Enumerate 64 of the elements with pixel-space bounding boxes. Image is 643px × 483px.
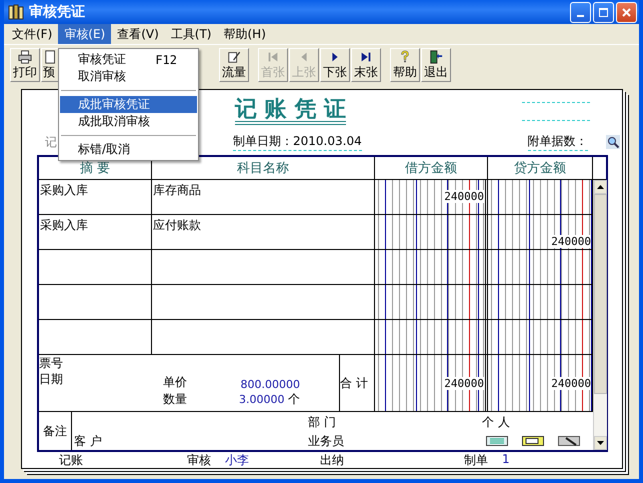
menu-option[interactable]: 成批审核凭证 xyxy=(60,96,197,113)
toolbar-button[interactable]: 下张 xyxy=(320,48,350,82)
table-cell: 采购入库 xyxy=(39,215,152,249)
app-icon xyxy=(8,4,24,20)
screen-icon[interactable] xyxy=(522,436,544,446)
pencil-icon xyxy=(226,50,242,64)
pen-icon[interactable] xyxy=(558,436,580,446)
salesperson-label: 业务员 xyxy=(308,433,345,450)
down-arrow-icon xyxy=(597,441,604,445)
search-icon[interactable] xyxy=(606,135,620,149)
minimize-icon xyxy=(577,15,584,17)
department-label: 部 门 xyxy=(308,414,337,431)
signature-label: 审核 xyxy=(187,452,211,468)
date-field-label: 日期 xyxy=(39,371,64,388)
menu-option[interactable]: 标错/取消 xyxy=(60,141,197,158)
bill-number-label: 票号 xyxy=(39,355,64,371)
toolbar-button[interactable]: 打印 xyxy=(10,48,40,82)
signature-value: 小李 xyxy=(225,452,249,468)
close-icon xyxy=(622,8,631,16)
voucher-title: 记 账 凭 证 xyxy=(235,97,346,125)
maximize-button[interactable] xyxy=(593,2,614,22)
column-header: 借方金额 xyxy=(375,157,488,179)
signature-label: 出纳 xyxy=(320,452,344,468)
maximize-icon xyxy=(599,8,608,16)
scrollbar[interactable] xyxy=(593,180,607,450)
total-label: 合 计 xyxy=(340,355,375,411)
amount-cell: 240000 xyxy=(488,355,593,411)
door-icon xyxy=(428,50,444,64)
table-cell: 采购入库 xyxy=(39,180,152,214)
menu-item[interactable]: 文件(F) xyxy=(6,24,58,44)
amount-cell: 240000 xyxy=(375,180,488,214)
close-button[interactable] xyxy=(616,2,637,22)
scroll-down-button[interactable] xyxy=(594,436,607,450)
signature-label: 记账 xyxy=(59,452,83,468)
amount-cell: 240000 xyxy=(375,355,488,411)
unit-price-value: 800.00000 xyxy=(240,378,300,391)
menu-item[interactable]: 查看(V) xyxy=(111,24,165,44)
window-title: 审核凭证 xyxy=(29,3,85,21)
attachments-label: 附单据数： xyxy=(528,133,588,151)
voucher-type-label: 记 xyxy=(45,134,57,150)
quantity-value: 3.00000 个 xyxy=(239,391,300,408)
up-arrow-icon xyxy=(597,185,604,189)
date-label: 制单日期：2010.03.04 xyxy=(233,133,362,151)
amount-cell: 240000 xyxy=(488,215,593,249)
table-cell: 应付账款 xyxy=(152,215,375,249)
customer-label: 客 户 xyxy=(74,433,103,450)
printer-icon xyxy=(17,50,33,64)
menu-item[interactable]: 帮助(H) xyxy=(218,24,272,44)
minimize-button[interactable] xyxy=(570,2,591,22)
menu-option[interactable]: 成批取消审核 xyxy=(60,113,197,130)
person-label: 个 人 xyxy=(482,414,511,431)
remark-label: 备注 xyxy=(39,412,72,450)
column-header: 贷方金额 xyxy=(488,157,593,179)
toolbar-button[interactable]: 退出 xyxy=(421,48,451,82)
card-icon[interactable] xyxy=(486,436,508,446)
toolbar-button[interactable]: 末张 xyxy=(351,48,381,82)
menu-item[interactable]: 工具(T) xyxy=(164,24,218,44)
scroll-up-button[interactable] xyxy=(594,180,607,194)
menu-item[interactable]: 审核(E) xyxy=(58,24,112,44)
table-cell: 库存商品 xyxy=(152,180,375,214)
toolbar-button[interactable]: 流量 xyxy=(219,48,249,82)
signature-label: 制单 xyxy=(464,452,488,468)
signature-value: 1 xyxy=(502,452,510,468)
toolbar-button[interactable]: 帮助 xyxy=(390,48,420,82)
